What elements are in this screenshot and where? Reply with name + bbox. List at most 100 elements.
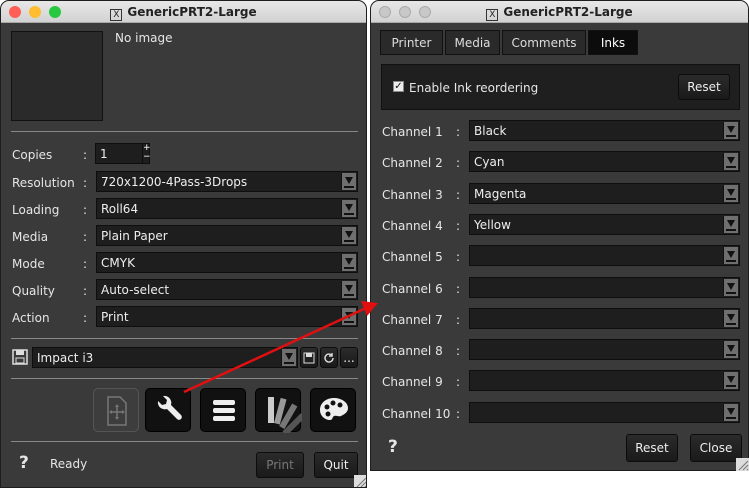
print-button[interactable]: Print [256,452,304,478]
palette-button[interactable] [310,388,356,432]
help-button[interactable]: ? [19,453,29,473]
colon: : [456,156,461,171]
quit-button[interactable]: Quit [314,452,358,478]
channel-select[interactable] [469,370,740,392]
more-preset-button[interactable]: ... [340,347,358,368]
copies-field[interactable]: 1 [95,143,143,164]
colon: : [83,203,88,217]
channel-label: Channel 5 [382,250,443,265]
tab-inks[interactable]: Inks [588,30,638,55]
mode-label: Mode [12,257,45,271]
chevron-down-icon [281,349,296,366]
copies-label: Copies [12,148,53,162]
channel-label: Channel 6 [382,281,443,296]
list-button[interactable] [200,388,246,432]
resolution-select[interactable]: 720x1200-4Pass-3Drops [96,171,358,192]
swatches-button[interactable] [255,388,306,436]
chevron-down-icon [341,173,356,190]
loading-label: Loading [12,203,60,217]
colon: : [456,187,461,202]
loading-select[interactable]: Roll64 [96,198,358,219]
channel-select[interactable] [469,307,740,329]
swatch-fan-icon [268,397,306,436]
resize-grip-icon[interactable] [736,458,749,471]
channel-select[interactable] [469,245,740,267]
colon: : [456,312,461,327]
copies-stepper[interactable]: + − [142,143,151,164]
preset-select[interactable]: Impact i3 [32,347,298,368]
chevron-down-icon [341,281,356,298]
mode-select[interactable]: CMYK [96,252,358,273]
channel-label: Channel 9 [382,375,443,390]
channel-value: Black [474,124,507,138]
x11-logo-icon: X [486,9,499,21]
chevron-down-icon [341,227,356,244]
channel-select[interactable] [469,339,740,361]
add-page-button[interactable] [93,388,139,432]
channel-label: Channel 10 [382,406,451,421]
tab-comments[interactable]: Comments [502,30,586,55]
chevron-down-icon [723,372,738,390]
chevron-down-icon [723,215,738,233]
settings-button[interactable] [145,388,191,432]
colon: : [83,230,88,244]
channel-label: Channel 2 [382,156,443,171]
media-select[interactable]: Plain Paper [96,225,358,246]
enable-reorder-checkbox[interactable]: ✓ [393,81,404,92]
chevron-down-icon [723,184,738,202]
channel-select[interactable]: Black [469,120,740,141]
preset-icon [12,349,30,367]
tab-media[interactable]: Media [445,30,500,55]
colon: : [456,218,461,233]
colon: : [456,250,461,265]
chevron-down-icon [723,403,738,421]
media-label: Media [12,230,49,244]
preview-text: No image [115,31,173,45]
channel-select[interactable]: Cyan [469,151,740,173]
channel-value: Yellow [474,217,511,232]
chevron-down-icon [723,153,738,171]
action-select[interactable]: Print [96,306,358,327]
palette-icon [320,398,348,420]
refresh-icon [324,353,334,363]
reset-button[interactable]: Reset [626,434,678,462]
tab-printer[interactable]: Printer [380,30,443,55]
channel-value: Cyan [474,155,505,170]
chevron-down-icon [341,308,356,325]
enable-reorder-label: Enable Ink reordering [409,81,539,95]
colon: : [456,125,461,139]
list-icon [213,400,235,421]
resize-grip-icon[interactable] [354,475,366,487]
chevron-down-icon [723,341,738,359]
channel-select[interactable] [469,276,740,298]
colon: : [83,257,88,271]
title-bar[interactable]: X GenericPRT2-Large [1,1,366,23]
action-label: Action [12,311,50,325]
channel-select[interactable] [469,401,740,423]
properties-window: X GenericPRT2-Large Printer Media Comment… [370,0,749,471]
channel-select[interactable]: Magenta [469,182,740,204]
quality-select[interactable]: Auto-select [96,279,358,300]
chevron-down-icon [341,254,356,271]
colon: : [83,311,88,325]
refresh-preset-button[interactable] [320,347,338,368]
colon: : [456,281,461,296]
chevron-down-icon [723,309,738,327]
wrench-icon [157,395,182,420]
channel-label: Channel 7 [382,312,443,327]
chevron-down-icon [723,278,738,296]
close-button[interactable]: Close [690,434,742,462]
add-page-icon [107,396,127,426]
chevron-down-icon [723,247,738,265]
title-bar[interactable]: X GenericPRT2-Large [371,1,748,23]
resolution-label: Resolution [12,176,75,190]
help-button[interactable]: ? [388,437,398,457]
window-title: X GenericPRT2-Large [371,5,748,21]
colon: : [83,148,88,162]
colon: : [456,406,461,421]
reset-reorder-button[interactable]: Reset [678,74,730,100]
image-preview [11,31,103,121]
save-preset-button[interactable] [300,347,318,368]
channel-label: Channel 3 [382,187,443,202]
channel-select[interactable]: Yellow [469,213,740,235]
